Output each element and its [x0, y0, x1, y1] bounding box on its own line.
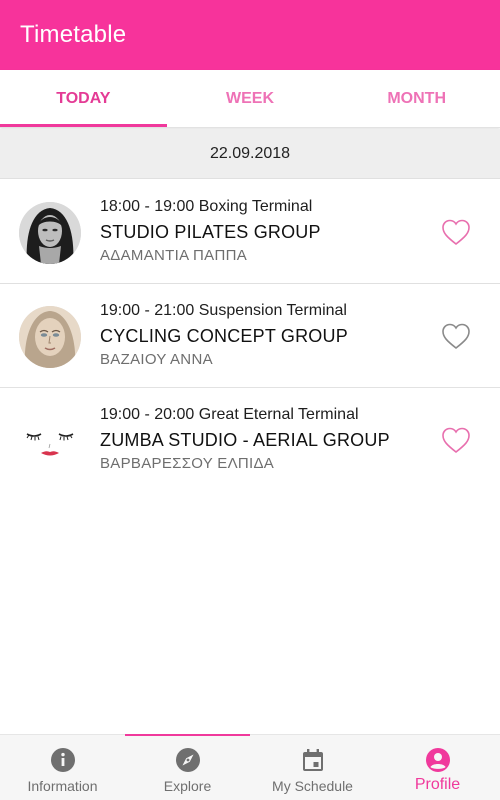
current-date: 22.09.2018: [209, 144, 291, 162]
instructor-name: ΒΑΡΒΑΡΕΣΣΟΥ ΕΛΠΙΔΑ: [100, 455, 275, 472]
face-lashes-lips-icon: [19, 410, 81, 472]
nav-explore[interactable]: Explore: [125, 734, 250, 800]
avatar: [19, 202, 81, 264]
favorite-heart-icon[interactable]: [441, 218, 471, 246]
bottom-navigation: Information Explore My Schedule Profile: [0, 734, 500, 800]
class-time-location: 18:00 - 19:00 Boxing Terminal: [100, 198, 313, 215]
favorite-heart-icon[interactable]: [441, 322, 471, 350]
nav-label: Profile: [414, 776, 461, 793]
list-item[interactable]: 18:00 - 19:00 Boxing Terminal STUDIO PIL…: [0, 180, 500, 284]
compass-icon: [175, 748, 200, 772]
nav-label: My Schedule: [272, 778, 353, 794]
tab-month[interactable]: MONTH: [333, 70, 500, 127]
date-header: 22.09.2018: [0, 129, 500, 179]
tab-today[interactable]: TODAY: [0, 70, 167, 127]
instructor-name: ΒΑΖΑΙΟΥ ΑΝΝΑ: [100, 351, 213, 368]
instructor-name: ΑΔΑΜΑΝΤΙΑ ΠΑΠΠΑ: [100, 247, 248, 264]
timetable-tabs: TODAY WEEK MONTH: [0, 70, 500, 128]
class-name: ZUMBA STUDIO - AERIAL GROUP: [100, 430, 390, 450]
woman-portrait-sketch-icon: [19, 306, 81, 368]
nav-label: Explore: [163, 778, 212, 794]
list-item[interactable]: 19:00 - 20:00 Great Eternal Terminal ZUM…: [0, 388, 500, 492]
nav-information[interactable]: Information: [0, 735, 125, 800]
app-bar: Timetable: [0, 0, 500, 70]
tab-week[interactable]: WEEK: [167, 70, 334, 127]
favorite-heart-icon[interactable]: [441, 426, 471, 454]
woman-portrait-dark-icon: [19, 202, 81, 264]
account-icon: [425, 748, 450, 772]
nav-profile[interactable]: Profile: [375, 735, 500, 800]
list-item[interactable]: 19:00 - 21:00 Suspension Terminal CYCLIN…: [0, 284, 500, 388]
class-name: CYCLING CONCEPT GROUP: [100, 326, 348, 346]
class-name: STUDIO PILATES GROUP: [100, 222, 321, 242]
avatar: [19, 410, 81, 472]
avatar: [19, 306, 81, 368]
page-title: Timetable: [20, 21, 127, 48]
info-icon: [50, 748, 75, 772]
calendar-icon: [302, 749, 323, 771]
class-time-location: 19:00 - 21:00 Suspension Terminal: [100, 302, 347, 319]
nav-label: Information: [27, 778, 98, 794]
nav-my-schedule[interactable]: My Schedule: [250, 735, 375, 800]
class-list: 18:00 - 19:00 Boxing Terminal STUDIO PIL…: [0, 180, 500, 492]
class-time-location: 19:00 - 20:00 Great Eternal Terminal: [100, 406, 359, 423]
